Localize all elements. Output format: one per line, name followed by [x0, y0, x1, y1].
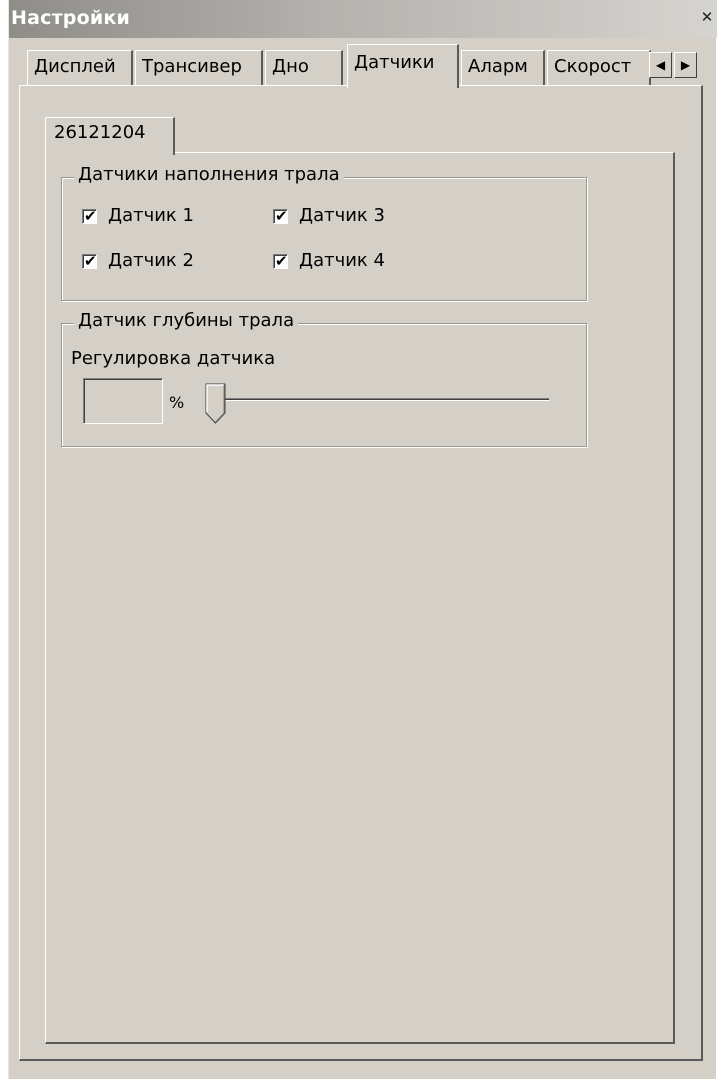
- percent-unit-label: %: [169, 393, 185, 412]
- tab-display[interactable]: Дисплей: [27, 50, 133, 86]
- check-icon: ✔: [275, 252, 288, 270]
- slider-thumb-icon[interactable]: [205, 383, 227, 425]
- trawl-fill-sensors-group: Датчики наполнения трала ✔ Датчик 1 ✔ Да…: [61, 164, 587, 301]
- sensor-4-checkbox[interactable]: ✔: [273, 252, 288, 270]
- scroll-right-icon[interactable]: ▶: [674, 52, 697, 78]
- tab-sensors[interactable]: Датчики: [347, 44, 459, 88]
- check-icon: ✔: [84, 252, 97, 270]
- tab-bottom[interactable]: Дно: [265, 50, 343, 86]
- tab-speed[interactable]: Скорост: [547, 50, 651, 86]
- settings-window: Настройки ✕ Дисплей Трансивер Дно Датчик…: [8, 0, 717, 1079]
- sensor-1-checkbox-row[interactable]: ✔ Датчик 1: [82, 205, 232, 229]
- check-icon: ✔: [84, 207, 97, 225]
- tab-transceiver[interactable]: Трансивер: [135, 50, 263, 86]
- sensor-4-checkbox-row[interactable]: ✔ Датчик 4: [273, 250, 423, 274]
- sensor-adjust-slider-track[interactable]: [209, 398, 549, 401]
- sensor-percent-input[interactable]: [83, 378, 163, 424]
- scroll-left-icon[interactable]: ◀: [649, 52, 672, 78]
- sensor-3-checkbox[interactable]: ✔: [273, 207, 288, 225]
- window-title: Настройки: [11, 7, 130, 29]
- tab-scroll-buttons: ◀ ▶: [649, 52, 699, 78]
- sensor-2-label: Датчик 2: [108, 250, 194, 271]
- sensor-adjust-label: Регулировка датчика: [71, 348, 276, 369]
- tab-alarm[interactable]: Аларм: [461, 50, 545, 86]
- sensor-4-label: Датчик 4: [299, 250, 385, 271]
- group-legend: Датчик глубины трала: [74, 310, 299, 331]
- check-icon: ✔: [275, 207, 288, 225]
- sensor-3-checkbox-row[interactable]: ✔ Датчик 3: [273, 205, 423, 229]
- tab-strip: Дисплей Трансивер Дно Датчики Аларм Скор…: [9, 44, 717, 88]
- sensor-2-checkbox[interactable]: ✔: [82, 252, 97, 270]
- close-icon[interactable]: ✕: [699, 9, 715, 27]
- sensor-3-label: Датчик 3: [299, 205, 385, 226]
- sensor-1-checkbox[interactable]: ✔: [82, 207, 97, 225]
- sensor-1-label: Датчик 1: [108, 205, 194, 226]
- group-legend: Датчики наполнения трала: [74, 164, 344, 185]
- title-bar[interactable]: Настройки ✕: [9, 0, 717, 38]
- tab-device[interactable]: 26121204: [45, 117, 175, 155]
- sensor-2-checkbox-row[interactable]: ✔ Датчик 2: [82, 250, 232, 274]
